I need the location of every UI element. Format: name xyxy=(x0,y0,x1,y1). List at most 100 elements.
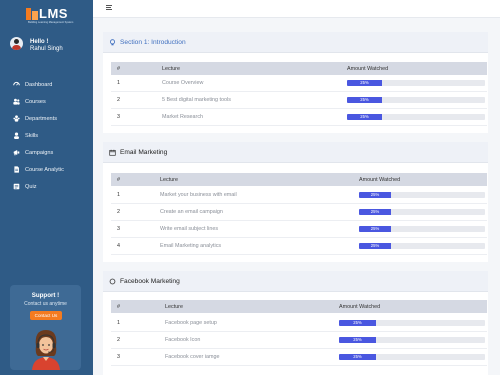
sidebar-nav: Dashboard Courses Departments Skills Cam… xyxy=(13,76,91,195)
section-header[interactable]: Email Marketing xyxy=(103,142,488,163)
col-number: # xyxy=(117,304,120,310)
contact-us-button[interactable]: Contact Us xyxy=(30,311,62,320)
progress-bar: 25% xyxy=(339,337,485,343)
table-row: 1 Facebook page setup 25% xyxy=(111,315,487,332)
progress-bar: 25% xyxy=(359,243,485,249)
progress-percent: 25% xyxy=(353,337,362,342)
sidebar-item-campaigns[interactable]: Campaigns xyxy=(13,144,91,161)
user-profile[interactable]: Hello ! Rahul Singh xyxy=(10,37,90,57)
table-row: 1 Market your business with email 25% xyxy=(111,187,487,204)
main-content: Section 1: Introduction # Lecture Amount… xyxy=(93,18,500,375)
sidebar-item-courses[interactable]: Courses xyxy=(13,93,91,110)
table-row: 1 Course Overview 25% xyxy=(111,75,487,92)
lecture-link[interactable]: Facebook Icon xyxy=(165,337,200,343)
progress-percent: 25% xyxy=(353,354,362,359)
bulb-icon xyxy=(109,39,116,46)
menu-icon[interactable] xyxy=(106,5,112,11)
sidebar-item-label: Quiz xyxy=(25,183,37,190)
department-icon xyxy=(13,115,20,122)
table-row: 4 Email Marketing analytics 25% xyxy=(111,238,487,255)
greeting: Hello ! xyxy=(30,39,49,45)
progress-percent: 25% xyxy=(370,209,380,214)
col-amount-watched: Amount Watched xyxy=(347,66,389,72)
user-name: Rahul Singh xyxy=(30,46,63,52)
table-header: # Lecture Amount Watched xyxy=(111,300,487,313)
progress-bar: 25% xyxy=(339,354,485,360)
lecture-link[interactable]: Market your business with email xyxy=(160,192,237,198)
lecture-link[interactable]: Email Marketing analytics xyxy=(160,243,221,249)
table-row: 2 5 Best digital marketing tools 25% xyxy=(111,92,487,109)
sidebar: LMS Building Learning Management System … xyxy=(0,0,93,375)
sidebar-item-label: Skills xyxy=(25,132,39,139)
table-row: 3 Market Research 25% xyxy=(111,109,487,126)
sidebar-item-departments[interactable]: Departments xyxy=(13,110,91,127)
table-row: 2 Facebook Icon 25% xyxy=(111,332,487,349)
progress-bar: 25% xyxy=(347,97,485,103)
support-subtitle: Contact us anytime xyxy=(24,301,67,307)
progress-bar: 25% xyxy=(347,80,485,86)
section-facebook-marketing: Facebook Marketing # Lecture Amount Watc… xyxy=(103,271,488,375)
progress-percent: 25% xyxy=(370,192,380,197)
sidebar-item-label: Course Analytic xyxy=(25,166,64,173)
row-number: 2 xyxy=(117,209,120,215)
progress-percent: 25% xyxy=(370,226,380,231)
logo-mark-icon xyxy=(26,8,38,20)
logo-text: LMS xyxy=(39,6,68,21)
col-amount-watched: Amount Watched xyxy=(359,177,401,183)
progress-bar: 25% xyxy=(339,320,485,326)
lecture-link[interactable]: Course Overview xyxy=(162,80,203,86)
progress-percent: 25% xyxy=(360,114,369,119)
table-row: 3 Facebook cover iamge 25% xyxy=(111,349,487,366)
progress-bar: 25% xyxy=(359,226,485,232)
lecture-link[interactable]: Write email subject lines xyxy=(160,226,218,232)
sidebar-item-label: Departments xyxy=(25,115,58,122)
row-number: 3 xyxy=(117,226,120,232)
table-header: # Lecture Amount Watched xyxy=(111,173,487,186)
support-title: Support ! xyxy=(31,292,60,299)
col-amount-watched: Amount Watched xyxy=(339,304,381,310)
lecture-link[interactable]: Facebook page setup xyxy=(165,320,217,326)
row-number: 2 xyxy=(117,337,120,343)
sidebar-item-dashboard[interactable]: Dashboard xyxy=(13,76,91,93)
circle-icon xyxy=(109,278,116,285)
progress-bar: 25% xyxy=(359,192,485,198)
logo-tagline: Building Learning Management System xyxy=(28,21,74,24)
col-lecture: Lecture xyxy=(165,304,183,310)
row-number: 2 xyxy=(117,97,120,103)
progress-bar: 25% xyxy=(359,209,485,215)
lecture-link[interactable]: Create an email campaign xyxy=(160,209,223,215)
row-number: 1 xyxy=(117,192,120,198)
table-row: 2 Create an email campaign 25% xyxy=(111,204,487,221)
sidebar-item-course-analytic[interactable]: Course Analytic xyxy=(13,161,91,178)
progress-bar: 25% xyxy=(347,114,485,120)
row-number: 3 xyxy=(117,354,120,360)
row-number: 1 xyxy=(117,320,120,326)
col-lecture: Lecture xyxy=(162,66,180,72)
col-number: # xyxy=(117,177,120,183)
sidebar-item-label: Dashboard xyxy=(25,81,53,88)
row-number: 3 xyxy=(117,114,120,120)
support-card: Support ! Contact us anytime Contact Us xyxy=(10,285,81,370)
section-email-marketing: Email Marketing # Lecture Amount Watched… xyxy=(103,142,488,262)
lecture-link[interactable]: Market Research xyxy=(162,114,203,120)
calendar-icon xyxy=(109,149,116,156)
progress-percent: 25% xyxy=(360,97,369,102)
support-agent-illustration xyxy=(30,326,62,370)
lecture-link[interactable]: 5 Best digital marketing tools xyxy=(162,97,231,103)
sidebar-item-label: Campaigns xyxy=(25,149,54,156)
sidebar-item-quiz[interactable]: Quiz xyxy=(13,178,91,195)
topbar xyxy=(93,0,500,18)
row-number: 1 xyxy=(117,80,120,86)
progress-percent: 25% xyxy=(353,320,362,325)
lecture-link[interactable]: Facebook cover iamge xyxy=(165,354,220,360)
sidebar-item-skills[interactable]: Skills xyxy=(13,127,91,144)
progress-percent: 25% xyxy=(360,80,369,85)
users-icon xyxy=(13,98,20,105)
quiz-icon xyxy=(13,183,20,190)
section-header[interactable]: Section 1: Introduction xyxy=(103,32,488,53)
megaphone-icon xyxy=(13,149,20,156)
table-header: # Lecture Amount Watched xyxy=(111,62,487,75)
section-title: Section 1: Introduction xyxy=(120,39,186,46)
section-header[interactable]: Facebook Marketing xyxy=(103,271,488,292)
avatar xyxy=(10,37,23,50)
